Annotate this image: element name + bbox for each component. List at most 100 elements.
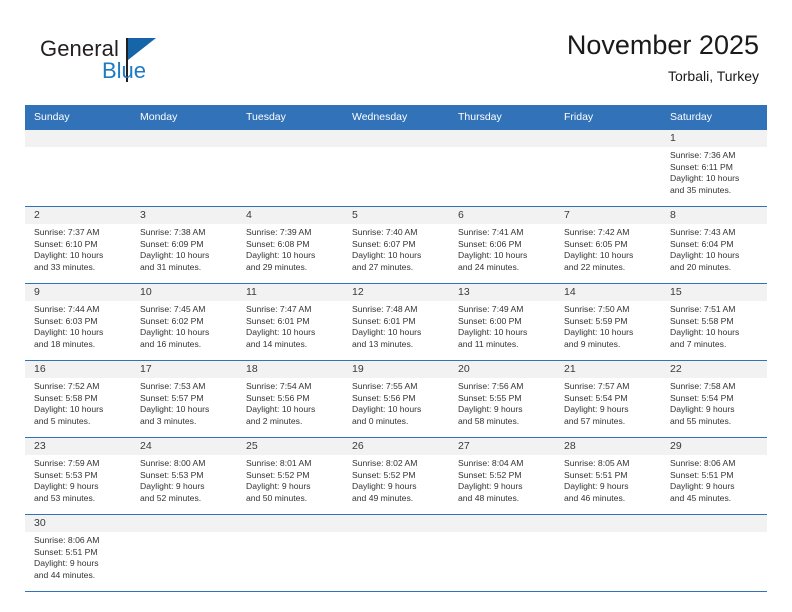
calendar-header-row: Sunday Monday Tuesday Wednesday Thursday…: [25, 105, 767, 130]
calendar-day-cell[interactable]: 25 Sunrise: 8:01 AM Sunset: 5:52 PM Dayligh…: [237, 437, 343, 515]
calendar-day-cell[interactable]: 18 Sunrise: 7:54 AM Sunset: 5:56 PM Dayligh…: [237, 360, 343, 438]
daylight-text: Daylight: 10 hours: [140, 250, 210, 261]
weekday-header-saturday: Saturday: [661, 105, 767, 130]
daylight-text: Daylight: 10 hours: [246, 250, 316, 261]
calendar-day-cell[interactable]: 14 Sunrise: 7:50 AM Sunset: 5:59 PM Dayligh…: [555, 283, 661, 361]
calendar-day-cell[interactable]: 26 Sunrise: 8:02 AM Sunset: 5:52 PM Dayligh…: [343, 437, 449, 515]
calendar-week-row: 30 Sunrise: 8:06 AM Sunset: 5:51 PM Dayligh…: [25, 514, 767, 592]
sunset-text: Sunset: 5:51 PM: [34, 546, 98, 557]
daylight-text: Daylight: 9 hours: [34, 481, 99, 492]
daylight-text: and 11 minutes.: [458, 338, 519, 349]
day-number: 14: [555, 284, 661, 301]
day-details: Sunrise: 8:00 AM Sunset: 5:53 PM Daylight:…: [131, 455, 237, 508]
title-block: November 2025 Torbali, Turkey: [567, 28, 759, 86]
calendar-day-cell[interactable]: 9 Sunrise: 7:44 AM Sunset: 6:03 PM Daylight…: [25, 283, 131, 361]
sunset-text: Sunset: 6:01 PM: [246, 315, 310, 326]
calendar-day-cell[interactable]: 20 Sunrise: 7:56 AM Sunset: 5:55 PM Dayligh…: [449, 360, 555, 438]
calendar-day-cell[interactable]: 29 Sunrise: 8:06 AM Sunset: 5:51 PM Dayligh…: [661, 437, 767, 515]
calendar-day-cell[interactable]: 5 Sunrise: 7:40 AM Sunset: 6:07 PM Daylight…: [343, 206, 449, 284]
sunset-text: Sunset: 5:59 PM: [564, 315, 628, 326]
daylight-text: Daylight: 10 hours: [564, 250, 634, 261]
calendar-day-cell[interactable]: 2 Sunrise: 7:37 AM Sunset: 6:10 PM Daylight…: [25, 206, 131, 284]
sunset-text: Sunset: 5:57 PM: [140, 392, 204, 403]
sunrise-text: Sunrise: 7:40 AM: [352, 227, 418, 237]
page-header: General Blue November 2025 Torbali, Turk…: [25, 28, 767, 100]
sunset-text: Sunset: 6:08 PM: [246, 238, 310, 249]
sunset-text: Sunset: 5:58 PM: [670, 315, 734, 326]
calendar-day-cell[interactable]: 16 Sunrise: 7:52 AM Sunset: 5:58 PM Dayligh…: [25, 360, 131, 438]
daylight-text: and 5 minutes.: [34, 415, 91, 426]
sunrise-text: Sunrise: 8:04 AM: [458, 458, 524, 468]
sunset-text: Sunset: 5:51 PM: [564, 469, 628, 480]
day-number: [449, 515, 555, 532]
calendar-week-row: 1 Sunrise: 7:36 AM Sunset: 6:11 PM Daylight…: [25, 129, 767, 207]
calendar-day-cell-empty: [661, 514, 767, 592]
day-details: Sunrise: 7:54 AM Sunset: 5:56 PM Daylight:…: [237, 378, 343, 431]
day-details: Sunrise: 7:56 AM Sunset: 5:55 PM Daylight:…: [449, 378, 555, 431]
day-details: Sunrise: 7:45 AM Sunset: 6:02 PM Daylight:…: [131, 301, 237, 354]
calendar-day-cell-empty: [343, 514, 449, 592]
calendar-day-cell[interactable]: 15 Sunrise: 7:51 AM Sunset: 5:58 PM Dayligh…: [661, 283, 767, 361]
sunrise-text: Sunrise: 8:00 AM: [140, 458, 206, 468]
daylight-text: Daylight: 9 hours: [140, 481, 205, 492]
calendar-day-cell[interactable]: 6 Sunrise: 7:41 AM Sunset: 6:06 PM Daylight…: [449, 206, 555, 284]
sunrise-text: Sunrise: 7:45 AM: [140, 304, 206, 314]
calendar-day-cell[interactable]: 28 Sunrise: 8:05 AM Sunset: 5:51 PM Dayligh…: [555, 437, 661, 515]
day-details: Sunrise: 7:37 AM Sunset: 6:10 PM Daylight:…: [25, 224, 131, 277]
day-number: 16: [25, 361, 131, 378]
day-number: 20: [449, 361, 555, 378]
calendar-day-cell[interactable]: 3 Sunrise: 7:38 AM Sunset: 6:09 PM Daylight…: [131, 206, 237, 284]
calendar-day-cell[interactable]: 12 Sunrise: 7:48 AM Sunset: 6:01 PM Dayligh…: [343, 283, 449, 361]
day-details: Sunrise: 7:50 AM Sunset: 5:59 PM Daylight:…: [555, 301, 661, 354]
daylight-text: Daylight: 9 hours: [670, 404, 735, 415]
day-number: 12: [343, 284, 449, 301]
day-number: 11: [237, 284, 343, 301]
day-details: [449, 532, 555, 539]
daylight-text: Daylight: 9 hours: [246, 481, 311, 492]
day-details: Sunrise: 7:41 AM Sunset: 6:06 PM Daylight:…: [449, 224, 555, 277]
daylight-text: Daylight: 10 hours: [670, 327, 740, 338]
calendar-day-cell[interactable]: 1 Sunrise: 7:36 AM Sunset: 6:11 PM Daylight…: [661, 129, 767, 207]
sunrise-text: Sunrise: 7:47 AM: [246, 304, 312, 314]
weekday-header-friday: Friday: [555, 105, 661, 130]
calendar-day-cell[interactable]: 4 Sunrise: 7:39 AM Sunset: 6:08 PM Daylight…: [237, 206, 343, 284]
calendar-day-cell[interactable]: 10 Sunrise: 7:45 AM Sunset: 6:02 PM Dayligh…: [131, 283, 237, 361]
calendar-day-cell[interactable]: 22 Sunrise: 7:58 AM Sunset: 5:54 PM Dayligh…: [661, 360, 767, 438]
calendar-day-cell[interactable]: 27 Sunrise: 8:04 AM Sunset: 5:52 PM Dayligh…: [449, 437, 555, 515]
calendar-day-cell[interactable]: 13 Sunrise: 7:49 AM Sunset: 6:00 PM Dayligh…: [449, 283, 555, 361]
calendar-day-cell[interactable]: 7 Sunrise: 7:42 AM Sunset: 6:05 PM Daylight…: [555, 206, 661, 284]
day-details: [237, 532, 343, 539]
calendar-day-cell[interactable]: 30 Sunrise: 8:06 AM Sunset: 5:51 PM Dayligh…: [25, 514, 131, 592]
day-number: 18: [237, 361, 343, 378]
sunset-text: Sunset: 5:56 PM: [352, 392, 416, 403]
day-details: [555, 147, 661, 154]
daylight-text: Daylight: 10 hours: [564, 327, 634, 338]
day-number: 7: [555, 207, 661, 224]
daylight-text: and 7 minutes.: [670, 338, 727, 349]
daylight-text: and 58 minutes.: [458, 415, 520, 426]
sunrise-text: Sunrise: 7:51 AM: [670, 304, 736, 314]
day-number: 1: [661, 130, 767, 147]
daylight-text: and 14 minutes.: [246, 338, 308, 349]
daylight-text: Daylight: 10 hours: [246, 404, 316, 415]
daylight-text: and 44 minutes.: [34, 569, 96, 580]
calendar-day-cell[interactable]: 11 Sunrise: 7:47 AM Sunset: 6:01 PM Dayligh…: [237, 283, 343, 361]
day-details: Sunrise: 8:06 AM Sunset: 5:51 PM Daylight:…: [25, 532, 131, 585]
calendar-day-cell[interactable]: 19 Sunrise: 7:55 AM Sunset: 5:56 PM Dayligh…: [343, 360, 449, 438]
sunset-text: Sunset: 5:55 PM: [458, 392, 522, 403]
calendar-day-cell[interactable]: 17 Sunrise: 7:53 AM Sunset: 5:57 PM Dayligh…: [131, 360, 237, 438]
calendar-day-cell[interactable]: 23 Sunrise: 7:59 AM Sunset: 5:53 PM Dayligh…: [25, 437, 131, 515]
day-number: [555, 130, 661, 147]
sunset-text: Sunset: 5:53 PM: [140, 469, 204, 480]
daylight-text: Daylight: 10 hours: [140, 327, 210, 338]
daylight-text: and 45 minutes.: [670, 492, 732, 503]
brand-logo[interactable]: General Blue: [40, 36, 240, 92]
sunset-text: Sunset: 5:54 PM: [670, 392, 734, 403]
calendar-week-row: 2 Sunrise: 7:37 AM Sunset: 6:10 PM Daylight…: [25, 206, 767, 284]
calendar-day-cell[interactable]: 24 Sunrise: 8:00 AM Sunset: 5:53 PM Dayligh…: [131, 437, 237, 515]
daylight-text: and 50 minutes.: [246, 492, 308, 503]
sunrise-text: Sunrise: 7:38 AM: [140, 227, 206, 237]
calendar-day-cell[interactable]: 8 Sunrise: 7:43 AM Sunset: 6:04 PM Daylight…: [661, 206, 767, 284]
daylight-text: Daylight: 10 hours: [352, 250, 422, 261]
calendar-day-cell[interactable]: 21 Sunrise: 7:57 AM Sunset: 5:54 PM Dayligh…: [555, 360, 661, 438]
